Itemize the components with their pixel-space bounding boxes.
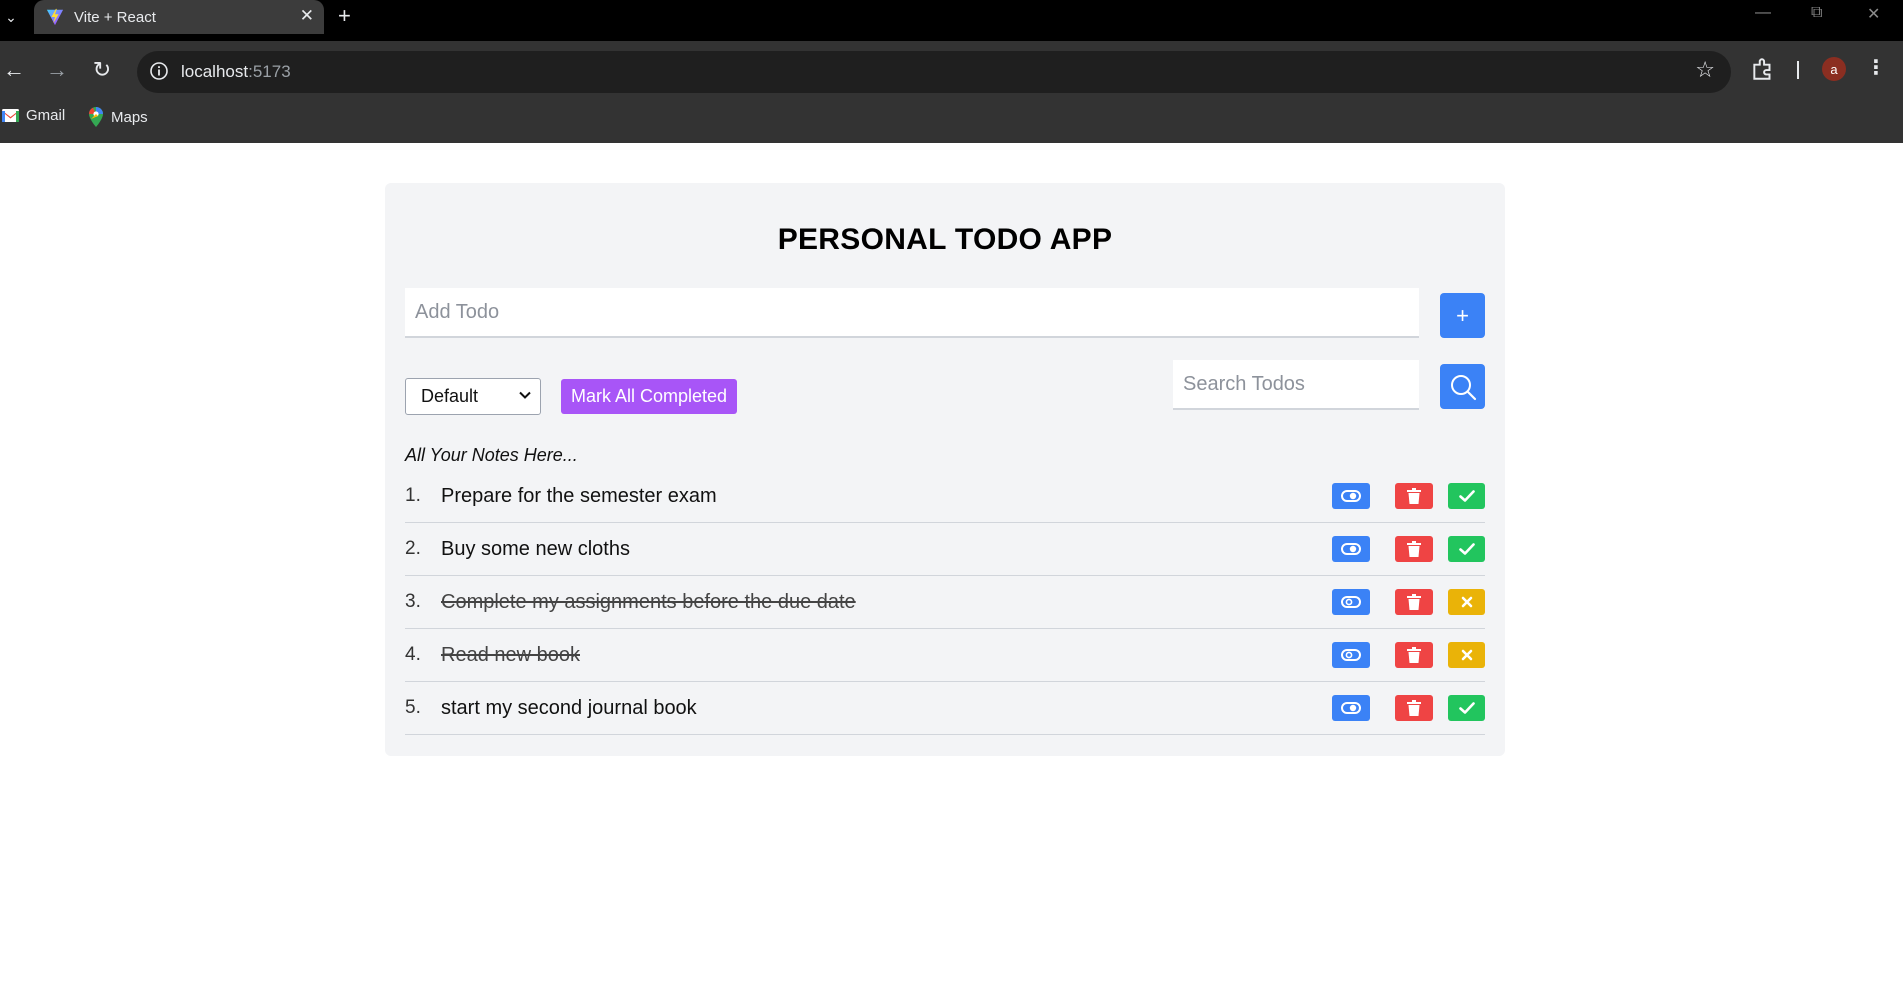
search-button[interactable] xyxy=(1440,364,1485,409)
search-icon xyxy=(1450,374,1476,400)
filter-select[interactable]: Default xyxy=(405,378,541,415)
delete-todo-button[interactable] xyxy=(1395,483,1433,509)
trash-icon xyxy=(1407,488,1421,504)
trash-icon xyxy=(1407,700,1421,716)
mark-complete-button[interactable] xyxy=(1448,536,1485,562)
todo-text: Buy some new cloths xyxy=(441,538,630,560)
tab-search-chevron-icon[interactable]: ⌄ xyxy=(0,0,22,34)
todo-row: 1. Prepare for the semester exam xyxy=(405,470,1485,523)
toggle-view-button[interactable] xyxy=(1332,483,1370,509)
search-input[interactable] xyxy=(1173,360,1419,410)
reload-icon[interactable]: ↻ xyxy=(88,56,116,84)
mark-complete-button[interactable] xyxy=(1448,483,1485,509)
todo-row: 4. Read new book xyxy=(405,629,1485,682)
toggle-view-icon xyxy=(1341,649,1361,661)
filter-selected-value: Default xyxy=(421,386,479,406)
add-todo-input[interactable] xyxy=(405,288,1419,338)
browser-menu-icon[interactable]: ⋮ xyxy=(1866,55,1886,80)
trash-icon xyxy=(1407,594,1421,610)
todo-row: 3. Complete my assignments before the due… xyxy=(405,576,1485,629)
browser-toolbar: ← → ↻ localhost:5173 ☆ a ⋮ Gmail Maps xyxy=(0,41,1903,143)
bookmark-star-icon[interactable]: ☆ xyxy=(1695,57,1715,83)
browser-tab[interactable]: Vite + React ✕ xyxy=(34,0,324,34)
check-icon xyxy=(1458,490,1475,502)
bookmark-maps[interactable]: Maps xyxy=(88,107,148,127)
maps-icon xyxy=(89,107,103,127)
add-todo-button[interactable]: + xyxy=(1440,293,1485,338)
mark-complete-button[interactable] xyxy=(1448,695,1485,721)
toggle-view-button[interactable] xyxy=(1332,536,1370,562)
address-bar[interactable]: localhost:5173 ☆ xyxy=(137,51,1731,93)
todo-text: start my second journal book xyxy=(441,697,697,719)
bookmark-label: Gmail xyxy=(26,107,66,124)
delete-todo-button[interactable] xyxy=(1395,695,1433,721)
gmail-icon xyxy=(2,109,19,122)
todo-text: Complete my assignments before the due d… xyxy=(441,591,856,613)
todo-number: 3. xyxy=(405,591,421,612)
toggle-view-button[interactable] xyxy=(1332,642,1370,668)
todo-number: 5. xyxy=(405,697,421,718)
toggle-view-icon xyxy=(1341,596,1361,608)
profile-avatar[interactable]: a xyxy=(1822,57,1846,81)
notes-heading: All Your Notes Here... xyxy=(405,445,578,465)
minimize-icon[interactable]: — xyxy=(1755,4,1771,22)
check-icon xyxy=(1458,702,1475,714)
restore-icon[interactable]: ⧉ xyxy=(1811,4,1822,22)
toolbar-separator xyxy=(1797,61,1799,79)
back-icon[interactable]: ← xyxy=(0,56,28,84)
bookmark-gmail[interactable]: Gmail xyxy=(2,107,65,124)
close-icon xyxy=(1461,649,1472,661)
site-info-icon[interactable] xyxy=(149,61,169,81)
forward-icon[interactable]: → xyxy=(43,56,71,84)
mark-incomplete-button[interactable] xyxy=(1448,589,1485,615)
todo-number: 4. xyxy=(405,644,421,665)
todo-row: 5. start my second journal book xyxy=(405,682,1485,735)
extensions-icon[interactable] xyxy=(1750,56,1776,82)
close-icon xyxy=(1461,596,1472,608)
chevron-down-icon xyxy=(519,391,531,399)
toggle-view-icon xyxy=(1341,702,1361,714)
page-title: PERSONAL TODO APP xyxy=(777,223,1113,256)
delete-todo-button[interactable] xyxy=(1395,536,1433,562)
check-icon xyxy=(1458,543,1475,555)
delete-todo-button[interactable] xyxy=(1395,589,1433,615)
bookmark-label: Maps xyxy=(111,108,148,126)
toggle-view-icon xyxy=(1341,543,1361,555)
mark-incomplete-button[interactable] xyxy=(1448,642,1485,668)
vite-logo-icon xyxy=(46,8,64,26)
browser-tab-strip: ⌄ Vite + React ✕ + — ⧉ ✕ xyxy=(0,0,1903,41)
toggle-view-button[interactable] xyxy=(1332,589,1370,615)
todo-app-card: PERSONAL TODO APP + Default Mark All Com… xyxy=(385,183,1505,756)
toggle-view-button[interactable] xyxy=(1332,695,1370,721)
url-text: localhost:5173 xyxy=(181,62,291,81)
todo-number: 1. xyxy=(405,485,421,506)
todo-list: 1. Prepare for the semester exam 2. Buy som… xyxy=(405,470,1485,735)
window-close-icon[interactable]: ✕ xyxy=(1867,4,1880,24)
todo-number: 2. xyxy=(405,538,421,559)
trash-icon xyxy=(1407,541,1421,557)
todo-text: Read new book xyxy=(441,644,580,666)
trash-icon xyxy=(1407,647,1421,663)
new-tab-icon[interactable]: + xyxy=(338,3,351,29)
tab-close-icon[interactable]: ✕ xyxy=(300,6,314,26)
todo-text: Prepare for the semester exam xyxy=(441,485,717,507)
mark-all-completed-button[interactable]: Mark All Completed xyxy=(561,379,738,414)
todo-row: 2. Buy some new cloths xyxy=(405,523,1485,576)
toggle-view-icon xyxy=(1341,490,1361,502)
tab-title: Vite + React xyxy=(74,9,156,26)
delete-todo-button[interactable] xyxy=(1395,642,1433,668)
